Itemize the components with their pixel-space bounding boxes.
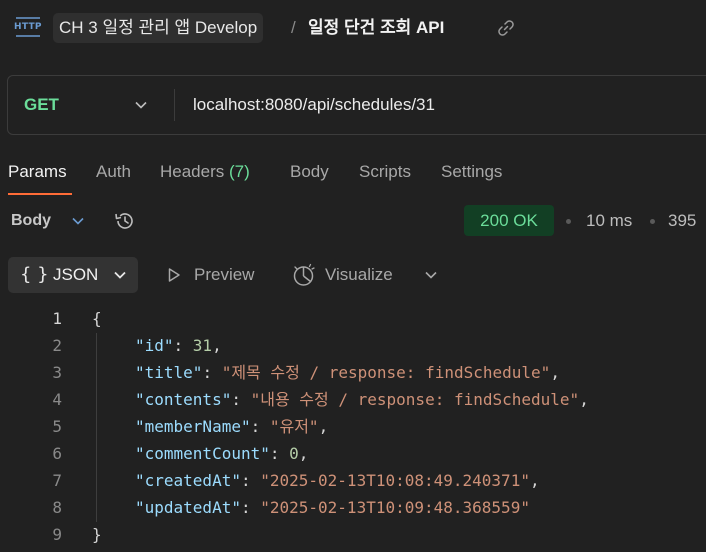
line-number: 8 (52, 498, 62, 517)
open-brace: { (92, 309, 102, 328)
preview-button[interactable]: Preview (163, 260, 273, 290)
meta-separator (566, 219, 571, 224)
response-section-label[interactable]: Body (11, 210, 51, 232)
code-line: 6 "commentCount": 0, (0, 440, 706, 467)
visualize-icon (291, 263, 316, 288)
tab-label: Auth (96, 162, 131, 181)
headers-count: (7) (229, 162, 250, 181)
chevron-down-icon (113, 268, 127, 282)
close-brace: } (92, 525, 102, 544)
response-body-viewer[interactable]: 1 { 2 "id": 31, 3 "title": "제목 수정 / resp… (0, 305, 706, 552)
json-value: "2025-02-13T10:09:48.368559" (260, 498, 530, 517)
request-title[interactable]: 일정 단건 조회 API (308, 13, 444, 43)
meta-separator (650, 219, 655, 224)
tab-label: Headers (160, 162, 225, 181)
url-input[interactable]: localhost:8080/api/schedules/31 (193, 76, 435, 134)
status-badge[interactable]: 200 OK (464, 205, 554, 236)
tab-label: Params (8, 162, 67, 181)
braces-icon: { } (20, 264, 49, 285)
tab-scripts[interactable]: Scripts (359, 160, 411, 184)
tab-settings[interactable]: Settings (441, 160, 502, 184)
json-key: "updatedAt" (135, 498, 241, 517)
json-value: "유저" (269, 417, 319, 436)
json-value: "2025-02-13T10:08:49.240371" (260, 471, 530, 490)
collection-breadcrumb[interactable]: CH 3 일정 관리 앱 Develop (53, 13, 264, 43)
tab-body[interactable]: Body (290, 160, 329, 184)
url-bar: GET localhost:8080/api/schedules/31 (7, 75, 706, 135)
code-line: 3 "title": "제목 수정 / response: findSchedu… (0, 359, 706, 386)
url-divider (174, 89, 175, 121)
response-size[interactable]: 395 (668, 209, 696, 233)
response-time[interactable]: 10 ms (586, 209, 632, 233)
chevron-down-icon[interactable] (134, 98, 148, 112)
chevron-down-icon[interactable] (424, 268, 438, 282)
json-key: "memberName" (135, 417, 251, 436)
request-header: HTTP CH 3 일정 관리 앱 Develop / 일정 단건 조회 API (0, 0, 706, 56)
code-line: 9 } (0, 521, 706, 548)
json-value: "제목 수정 / response: findSchedule" (221, 363, 551, 382)
code-line: 2 "id": 31, (0, 332, 706, 359)
line-number: 5 (52, 417, 62, 436)
active-tab-indicator (8, 193, 72, 195)
tab-label: Settings (441, 162, 503, 181)
link-icon[interactable] (496, 18, 516, 38)
chevron-down-icon[interactable] (71, 214, 85, 228)
breadcrumb-separator: / (291, 18, 296, 37)
line-number: 4 (52, 390, 62, 409)
line-number: 7 (52, 471, 62, 490)
line-number: 3 (52, 363, 62, 382)
http-icon: HTTP (14, 15, 42, 39)
json-key: "createdAt" (135, 471, 241, 490)
visualize-button[interactable]: Visualize (291, 260, 411, 290)
tab-label: Scripts (359, 162, 411, 181)
visualize-label: Visualize (325, 265, 393, 284)
line-number: 6 (52, 444, 62, 463)
json-key: "contents" (135, 390, 232, 409)
tab-auth[interactable]: Auth (96, 160, 131, 184)
code-line: 4 "contents": "내용 수정 / response: findSch… (0, 386, 706, 413)
json-value: 0 (289, 444, 299, 463)
code-line: 5 "memberName": "유저", (0, 413, 706, 440)
play-icon (166, 267, 182, 283)
json-value: "내용 수정 / response: findSchedule" (250, 390, 580, 409)
json-key: "commentCount" (135, 444, 270, 463)
history-icon[interactable] (113, 209, 137, 233)
json-value: 31 (192, 336, 213, 355)
method-selector[interactable]: GET (24, 76, 59, 134)
format-label: JSON (53, 265, 99, 284)
code-line: 1 { (0, 305, 706, 332)
format-selector[interactable]: { } JSON (8, 257, 138, 293)
line-number: 2 (52, 336, 62, 355)
preview-label: Preview (194, 265, 255, 284)
json-key: "title" (135, 363, 203, 382)
http-icon-label: HTTP (14, 22, 42, 32)
tab-params[interactable]: Params (8, 160, 67, 184)
tab-label: Body (290, 162, 329, 181)
line-number: 9 (52, 525, 62, 544)
json-key: "id" (135, 336, 174, 355)
code-line: 7 "createdAt": "2025-02-13T10:08:49.2403… (0, 467, 706, 494)
tab-headers[interactable]: Headers (7) (160, 160, 250, 184)
code-line: 8 "updatedAt": "2025-02-13T10:09:48.3685… (0, 494, 706, 521)
line-number: 1 (52, 309, 62, 328)
